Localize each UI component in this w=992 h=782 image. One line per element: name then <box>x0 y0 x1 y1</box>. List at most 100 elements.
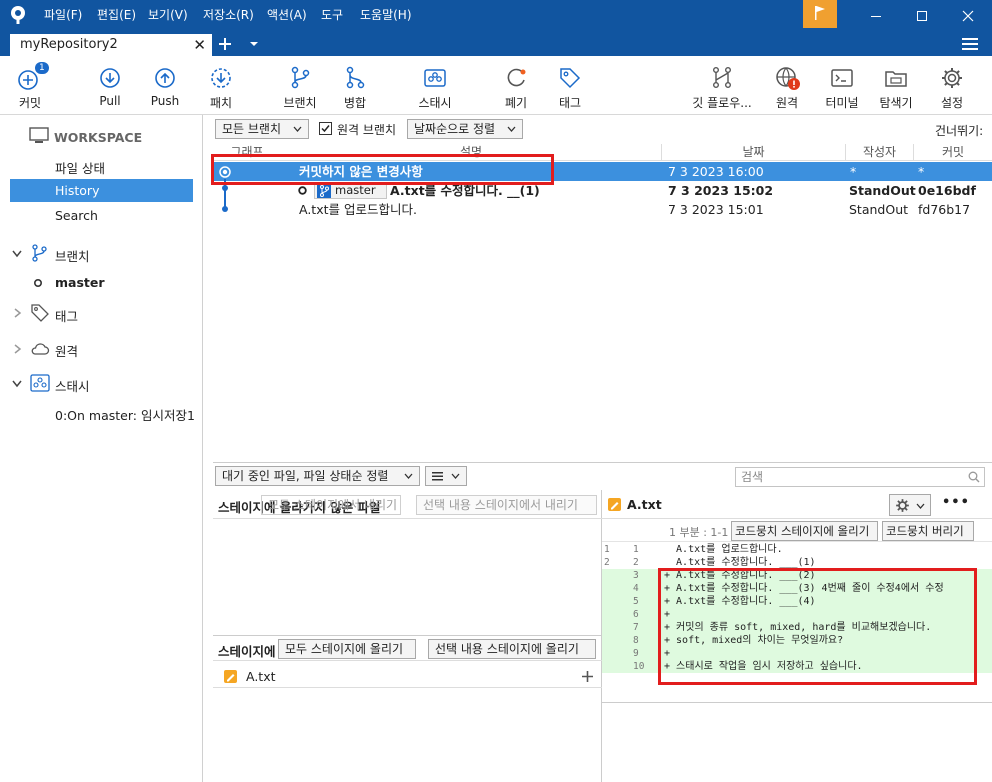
tab-dropdown-icon[interactable] <box>249 40 259 48</box>
gear-icon <box>942 68 962 88</box>
gitflow-button[interactable]: 깃 플로우... <box>688 56 756 115</box>
branch-icon <box>317 183 331 198</box>
notification-flag-button[interactable] <box>803 0 837 28</box>
chevron-down-icon <box>404 473 413 479</box>
diff-options-button[interactable] <box>889 494 931 516</box>
sidebar-item-stash[interactable]: 0:On master: 임시저장1 <box>55 405 195 424</box>
maximize-button[interactable] <box>899 0 945 31</box>
commit-label: 커밋 <box>18 96 42 110</box>
old-line-number <box>604 634 624 647</box>
chevron-down-icon[interactable] <box>12 250 22 258</box>
terminal-button[interactable]: 터미널 <box>822 56 862 115</box>
old-line-number <box>604 647 624 660</box>
plus-icon[interactable] <box>582 671 593 682</box>
new-line-number: 10 <box>633 661 645 672</box>
push-label: Push <box>150 94 180 108</box>
menu-edit[interactable]: 편집(E) <box>97 0 136 31</box>
chevron-down-icon[interactable] <box>12 380 22 388</box>
commit-row[interactable]: A.txt를 업로드합니다. 7 3 2023 15:01 StandOut f… <box>213 200 992 219</box>
fetch-icon <box>211 68 231 88</box>
search-input[interactable]: 검색 <box>735 467 985 487</box>
sidebar-item-file-status[interactable]: 파일 상태 <box>55 158 105 177</box>
sidebar-item-search[interactable]: Search <box>55 208 98 223</box>
branch-button[interactable]: 브랜치 <box>280 56 320 115</box>
chevron-right-icon[interactable] <box>14 344 22 354</box>
pull-label: Pull <box>99 94 121 108</box>
stash-label: 스태시 <box>418 96 452 110</box>
flag-icon <box>815 6 825 20</box>
settings-button[interactable]: 설정 <box>932 56 972 115</box>
remote-branches-checkbox[interactable] <box>319 122 332 135</box>
menu-view[interactable]: 보기(V) <box>148 0 188 31</box>
remote-branches-label: 원격 브랜치 <box>337 123 397 137</box>
sidebar-section-remotes[interactable]: 원격 <box>55 341 78 360</box>
highlight-box <box>658 568 977 685</box>
remote-button[interactable]: 원격 <box>768 56 806 115</box>
tag-button[interactable]: 태그 <box>552 56 588 115</box>
fetch-button[interactable]: 패치 <box>203 56 239 115</box>
commit-hash: 0e16bdf <box>918 183 976 198</box>
terminal-icon <box>831 69 853 87</box>
cloud-icon <box>31 343 50 355</box>
tab-close-icon[interactable]: ✕ <box>193 34 206 56</box>
menu-tools[interactable]: 도구 <box>321 0 343 31</box>
tag-label: 태그 <box>558 96 582 110</box>
tag-icon <box>560 68 581 89</box>
column-author[interactable]: 작성자 <box>845 144 913 161</box>
old-line-number <box>604 569 624 582</box>
search-icon <box>968 471 980 483</box>
sidebar-item-master[interactable]: master <box>55 275 105 290</box>
new-line-number: 4 <box>633 583 639 594</box>
hamburger-menu-icon[interactable] <box>962 37 978 51</box>
tab-repository[interactable]: myRepository2 ✕ <box>10 34 212 56</box>
menu-file[interactable]: 파일(F) <box>44 0 82 31</box>
unstage-selected-button[interactable]: 선택 내용 스테이지에서 내리기 <box>416 495 597 515</box>
menu-help[interactable]: 도움말(H) <box>360 0 412 31</box>
sidebar-section-stashes[interactable]: 스태시 <box>55 376 90 395</box>
close-window-button[interactable] <box>945 0 991 31</box>
minimize-button[interactable] <box>853 0 899 31</box>
staged-file-row[interactable]: A.txt <box>213 666 602 688</box>
stage-all-button[interactable]: 모두 스테이지에 올리기 <box>278 639 416 659</box>
diff-header: A.txt ••• <box>602 490 992 519</box>
pull-button[interactable]: Pull <box>92 56 128 115</box>
merge-button[interactable]: 병합 <box>337 56 373 115</box>
sourcetree-logo-icon <box>11 6 25 24</box>
new-line-number: 3 <box>633 570 639 581</box>
unstage-all-button[interactable]: 모두 스테이지에서 내리기 <box>261 495 401 515</box>
workspace-heading: WORKSPACE <box>54 130 143 145</box>
discard-hunk-button[interactable]: 코드뭉치 버리기 <box>882 521 974 541</box>
sidebar-section-tags[interactable]: 태그 <box>55 306 78 325</box>
chevron-down-icon <box>451 473 460 479</box>
new-line-number: 2 <box>633 557 639 568</box>
sort-dropdown[interactable]: 날짜순으로 정렬 <box>407 119 523 139</box>
commit-button[interactable]: 1 커밋 <box>10 56 50 115</box>
new-tab-icon[interactable] <box>217 36 233 52</box>
new-line-number: 7 <box>633 622 639 633</box>
column-date[interactable]: 날짜 <box>661 144 845 161</box>
push-button[interactable]: Push <box>147 56 183 115</box>
stage-selected-button[interactable]: 선택 내용 스테이지에 올리기 <box>428 639 596 659</box>
diff-code: A.txt를 업로드합니다. <box>664 544 783 555</box>
menu-repository[interactable]: 저장소(R) <box>203 0 254 31</box>
chevron-right-icon[interactable] <box>14 308 22 318</box>
discard-button[interactable]: 폐기 <box>498 56 534 115</box>
menu-actions[interactable]: 액션(A) <box>267 0 307 31</box>
view-options-dropdown[interactable] <box>425 466 467 486</box>
stash-button[interactable]: 스태시 <box>412 56 458 115</box>
explorer-button[interactable]: 탐색기 <box>876 56 916 115</box>
close-icon <box>962 10 974 21</box>
pull-icon <box>100 68 120 88</box>
column-commit[interactable]: 커밋 <box>913 144 992 161</box>
sidebar-section-branches[interactable]: 브랜치 <box>55 246 90 265</box>
branch-filter-dropdown[interactable]: 모든 브랜치 <box>215 119 309 139</box>
commit-hash: fd76b17 <box>918 202 971 217</box>
old-line-number <box>604 621 624 634</box>
stage-hunk-button[interactable]: 코드뭉치 스테이지에 올리기 <box>731 521 878 541</box>
old-line-number <box>604 595 624 608</box>
more-options-icon[interactable]: ••• <box>942 495 970 510</box>
pending-files-sort-dropdown[interactable]: 대기 중인 파일, 파일 상태순 정렬 <box>215 466 420 486</box>
diff-line[interactable]: 1 1 A.txt를 업로드합니다. <box>602 543 992 556</box>
sidebar-item-history[interactable]: History <box>10 179 193 202</box>
tab-title: myRepository2 <box>20 37 118 52</box>
